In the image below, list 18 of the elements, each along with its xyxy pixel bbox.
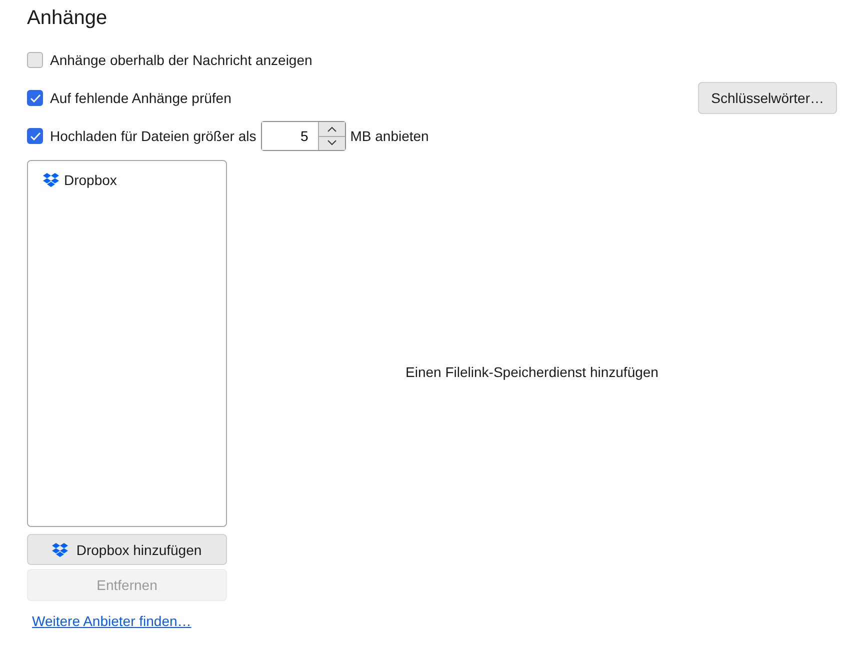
add-provider-button[interactable]: Dropbox hinzufügen — [27, 534, 227, 565]
keywords-button[interactable]: Schlüsselwörter… — [698, 82, 837, 114]
provider-item[interactable]: Dropbox — [64, 172, 117, 188]
checkbox-label: Hochladen für Dateien größer als — [50, 128, 256, 144]
checkbox[interactable] — [27, 90, 43, 106]
dropbox-icon — [43, 173, 59, 187]
checkmark-icon — [30, 94, 40, 102]
dropbox-icon — [52, 542, 68, 556]
find-providers-link[interactable]: Weitere Anbieter finden… — [32, 613, 227, 629]
unit-label: MB anbieten — [350, 128, 429, 144]
checkbox[interactable] — [27, 52, 43, 68]
checkbox-label: Anhänge oberhalb der Nachricht anzeigen — [50, 52, 312, 68]
empty-message: Einen Filelink-Speicherdienst hinzufügen — [406, 364, 658, 380]
checkbox-label: Auf fehlende Anhänge prüfen — [50, 90, 232, 106]
number-spinner[interactable]: 5 — [261, 121, 346, 151]
checkmark-icon — [30, 132, 40, 140]
section-title: Anhänge — [27, 7, 108, 30]
checkbox[interactable] — [27, 128, 43, 144]
